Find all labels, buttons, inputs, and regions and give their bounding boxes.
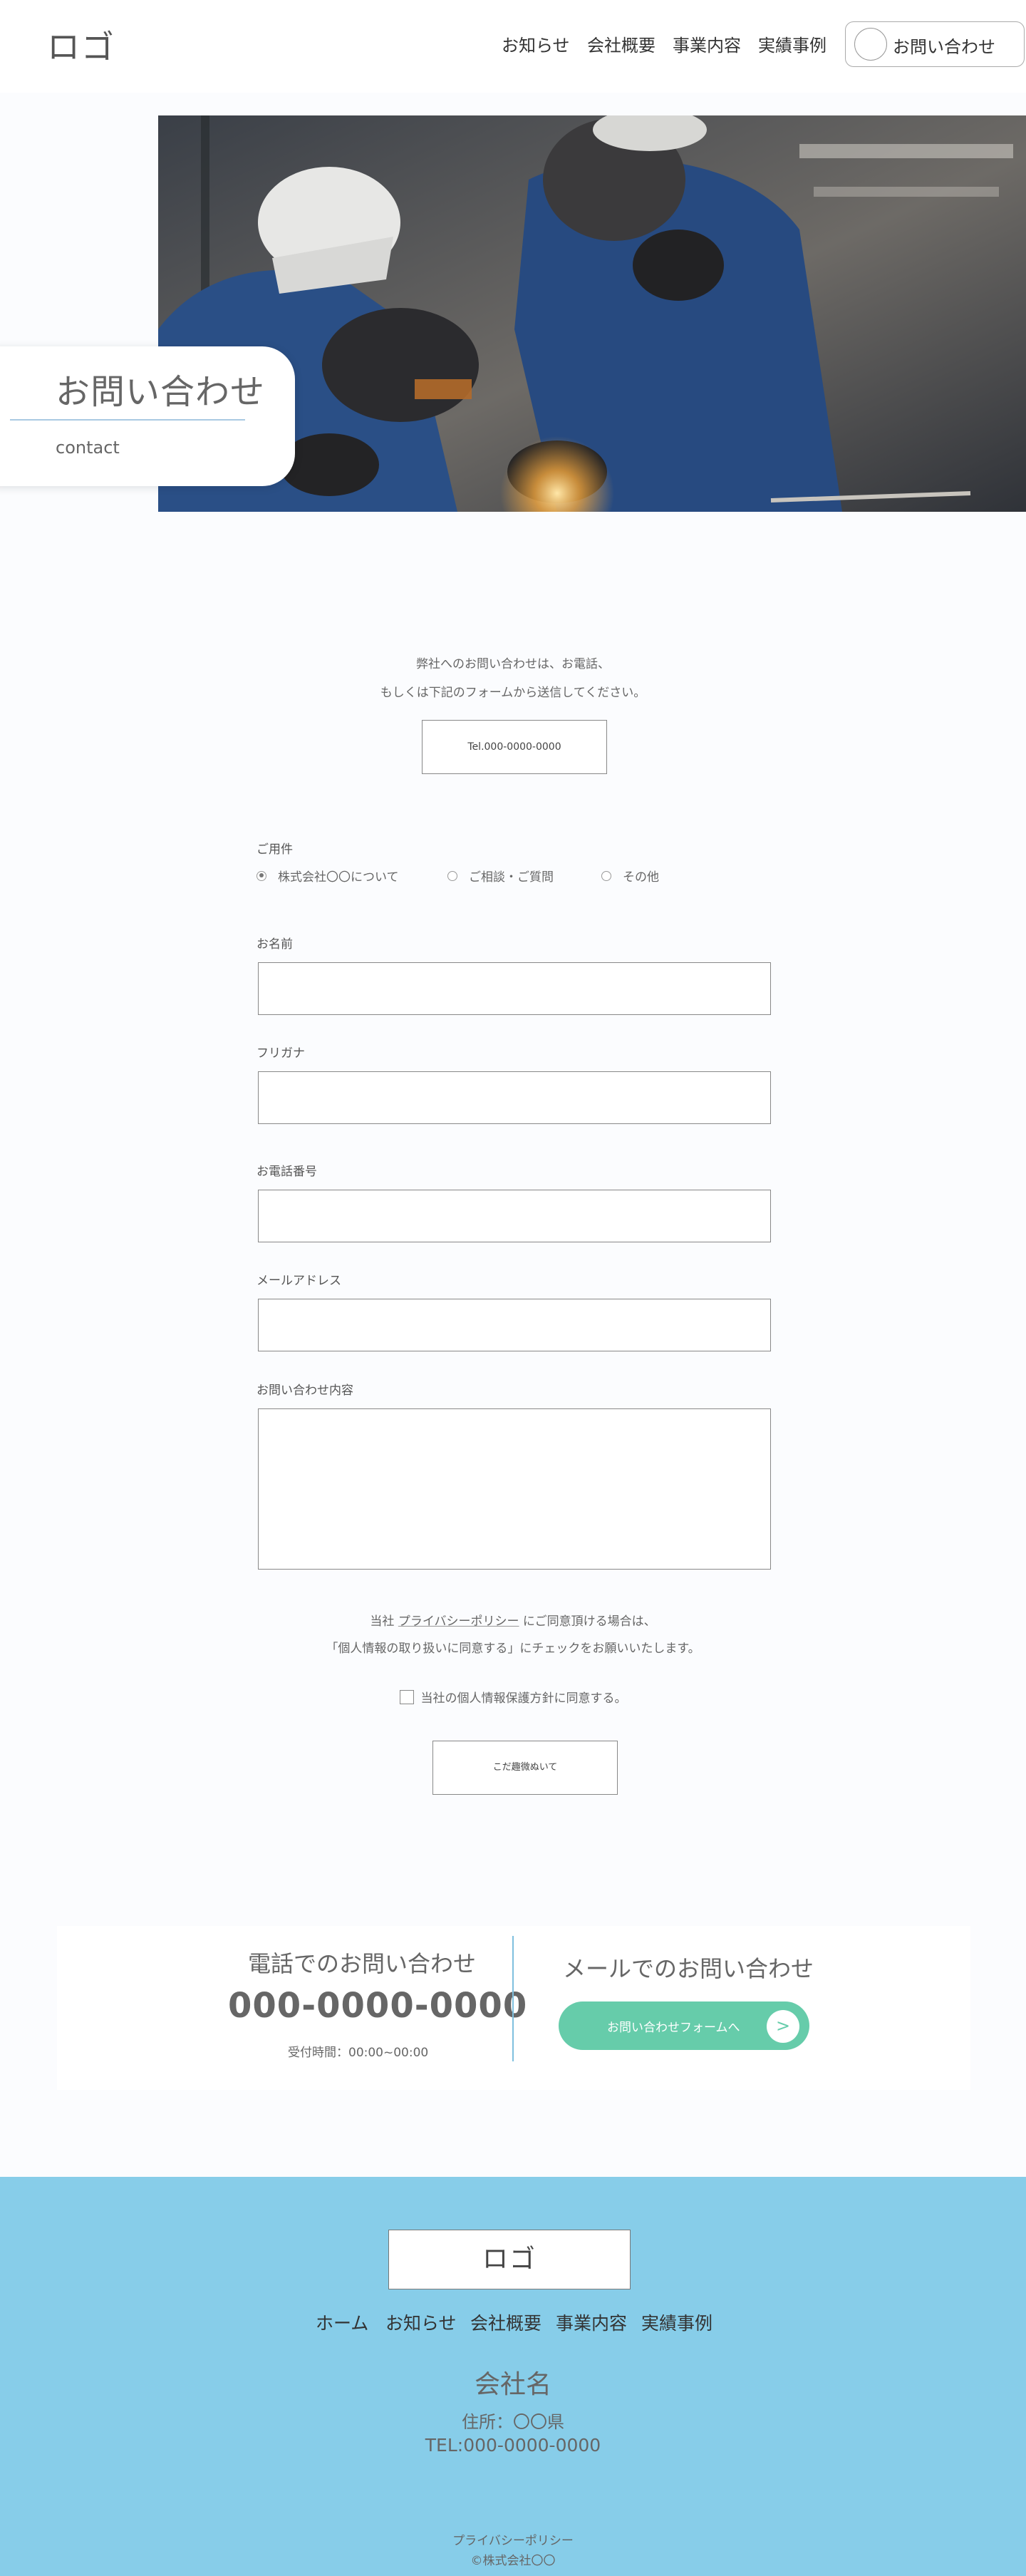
message-label: お問い合わせ内容 <box>256 1384 353 1398</box>
radio-option-label: ご相談・ご質問 <box>469 870 554 885</box>
radio-option-consult[interactable]: ご相談・ご質問 <box>447 867 554 885</box>
intro-line-2: もしくは下記のフォームから送信してください。 <box>380 686 646 700</box>
radio-option-other[interactable]: その他 <box>601 867 659 885</box>
nav-cases[interactable]: 実績事例 <box>758 31 826 56</box>
submit-button[interactable]: こだ趣微ぬいて <box>432 1741 618 1795</box>
footer-nav-cases[interactable]: 実績事例 <box>641 2309 712 2335</box>
privacy-notice-line-1: 当社 プライバシーポリシー にご同意頂ける場合は、 <box>0 1611 1026 1629</box>
footer-nav-news[interactable]: お知らせ <box>385 2309 457 2335</box>
radio-option-label: その他 <box>623 870 659 885</box>
footer-nav-business[interactable]: 事業内容 <box>556 2309 627 2335</box>
page-title-card: お問い合わせ contact <box>0 346 295 486</box>
arrow-right-icon: > <box>767 2010 799 2043</box>
kana-label: フリガナ <box>256 1046 305 1061</box>
footer-nav-home[interactable]: ホーム <box>316 2309 368 2335</box>
footer-company-name: 会社名 <box>474 2370 551 2399</box>
phone-hours: 受付時間：00:00~00:00 <box>288 2046 429 2060</box>
privacy-notice-line-2: 「個人情報の取り扱いに同意する」にチェックをお願いいたします。 <box>326 1642 700 1656</box>
name-input[interactable] <box>258 962 771 1015</box>
agree-label[interactable]: 当社の個人情報保護方針に同意する。 <box>421 1688 627 1706</box>
phone-contact-heading: 電話でのお問い合わせ <box>248 1950 477 1977</box>
nav-contact-label: お問い合わせ <box>893 37 995 57</box>
nav-news[interactable]: お知らせ <box>502 31 570 56</box>
radio-empty-icon <box>447 870 457 881</box>
phone-input[interactable] <box>258 1190 771 1242</box>
tel-button[interactable]: Tel.000-0000-0000 <box>422 720 607 774</box>
nav-company[interactable]: 会社概要 <box>587 31 656 56</box>
footer-privacy-link[interactable]: プライバシーポリシー <box>0 2530 1026 2548</box>
email-label: メールアドレス <box>256 1274 341 1288</box>
mail-form-button[interactable]: お問い合わせフォームへ > <box>559 2001 809 2050</box>
title-divider <box>10 419 245 421</box>
radio-selected-icon <box>256 870 266 881</box>
mail-contact-heading: メールでのお問い合わせ <box>563 1955 814 1982</box>
agree-checkbox[interactable] <box>399 1689 414 1704</box>
radio-option-label: 株式会社〇〇について <box>278 870 399 885</box>
footer-nav-company[interactable]: 会社概要 <box>470 2309 542 2335</box>
radio-empty-icon <box>601 870 611 881</box>
privacy-suffix: にご同意頂ける場合は、 <box>522 1614 656 1629</box>
footer-tel: TEL:000-0000-0000 <box>425 2435 601 2456</box>
contact-circle-icon <box>854 28 887 61</box>
kana-input[interactable] <box>258 1071 771 1124</box>
nav-contact-button[interactable]: お問い合わせ <box>845 21 1025 67</box>
privacy-prefix: 当社 <box>370 1614 395 1629</box>
intro-line-1: 弊社へのお問い合わせは、お電話、 <box>416 657 610 671</box>
phone-number[interactable]: 000-0000-0000 <box>228 1986 527 2026</box>
radio-option-company[interactable]: 株式会社〇〇について <box>256 867 399 885</box>
footer-copyright: ©株式会社〇〇 <box>470 2554 556 2568</box>
site-logo[interactable]: ロゴ <box>47 21 115 68</box>
purpose-label: ご用件 <box>256 843 293 857</box>
panel-divider <box>512 1936 514 2061</box>
page-subtitle: contact <box>56 438 120 458</box>
phone-label: お電話番号 <box>256 1165 317 1179</box>
footer-logo[interactable]: ロゴ <box>388 2230 631 2289</box>
email-input[interactable] <box>258 1299 771 1351</box>
privacy-policy-link[interactable]: プライバシーポリシー <box>398 1614 519 1629</box>
message-textarea[interactable] <box>258 1408 771 1570</box>
page-title: お問い合わせ <box>56 372 266 412</box>
mail-form-button-label: お問い合わせフォームへ <box>607 2021 740 2035</box>
name-label: お名前 <box>256 937 293 952</box>
nav-business[interactable]: 事業内容 <box>673 31 741 56</box>
agree-row: 当社の個人情報保護方針に同意する。 <box>0 1688 1026 1706</box>
footer-address: 住所：〇〇県 <box>462 2412 564 2432</box>
